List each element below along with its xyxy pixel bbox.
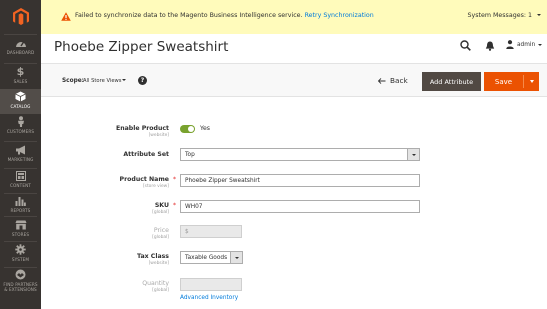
gear-icon [14,244,28,255]
sidebar-item-label: SALES [13,79,28,84]
product-name-input[interactable]: Phoebe Zipper Sweatshirt [180,174,420,187]
sidebar-item-label: REPORTS [10,208,31,213]
page-title: Phoebe Zipper Sweatshirt [54,39,229,55]
sidebar-item-label: MARKETING [7,157,34,162]
arrow-left-icon [378,77,386,84]
select-value: Top [185,151,195,158]
price-input[interactable]: $ [180,225,242,238]
chevron-down-icon [537,14,541,16]
save-button[interactable]: Save [484,72,523,91]
bar-chart-icon [14,195,28,206]
user-icon [506,40,514,49]
select-value: Taxable Goods [185,254,228,261]
field-label: Tax Class [137,253,169,260]
page-actions-bar: Scope: All Store Views ? Back Add Attrib… [41,63,547,97]
warning-icon [61,12,71,21]
sidebar-item-label: CUSTOMERS [6,129,35,134]
message-text: Failed to synchronize data to the Magent… [75,12,303,19]
store-icon [14,219,28,230]
sidebar-item-label: DASHBOARD [6,50,35,55]
system-message-text: Failed to synchronize data to the Magent… [75,12,374,19]
sku-input[interactable]: WH07 [180,200,420,213]
field-scope: [website] [148,261,169,266]
admin-sidebar: DASHBOARD $ SALES CATALOG CUSTOMERS MARK… [0,0,41,309]
field-label: SKU [154,202,169,209]
back-button-label: Back [390,76,408,85]
admin-username: admin [517,41,536,48]
required-asterisk: * [173,202,176,209]
sidebar-item-sales[interactable]: $ SALES [0,66,41,91]
system-messages-counter: System Messages: 1 [467,12,532,19]
add-attribute-button[interactable]: Add Attribute [422,72,481,91]
back-button[interactable]: Back [378,76,408,85]
sidebar-item-label: CONTENT [10,183,31,188]
search-icon[interactable] [460,40,471,51]
field-label: Product Name [119,176,169,183]
system-message-bar: Failed to synchronize data to the Magent… [41,0,547,34]
sidebar-item-partners[interactable]: FIND PARTNERS & EXTENSIONS [0,269,41,303]
required-asterisk: * [173,176,176,183]
enable-product-toggle[interactable] [180,125,195,133]
chevron-down-icon [538,43,543,46]
sidebar-item-marketing[interactable]: MARKETING [0,144,41,169]
tax-class-select[interactable]: Taxable Goods [180,251,243,264]
layout-icon [14,170,28,181]
store-view-switcher[interactable]: All Store Views [83,78,121,84]
save-button-group: Save [484,72,539,91]
field-label: Attribute Set [123,151,169,158]
field-scope: [global] [152,235,169,240]
save-options-toggle[interactable] [524,72,539,91]
sidebar-item-label: FIND PARTNERS & EXTENSIONS [3,282,38,292]
cube-icon [14,91,28,102]
help-icon[interactable]: ? [138,76,147,85]
chevron-down-icon[interactable] [122,79,126,81]
scope-label: Scope: [62,78,84,84]
person-icon [14,116,28,127]
field-scope: [global] [152,210,169,215]
field-scope: [store view] [142,184,169,189]
retry-sync-link[interactable]: Retry Synchronization [305,12,374,19]
dashboard-icon [14,37,28,48]
chevron-down-icon [529,80,534,83]
chevron-down-icon [407,149,419,160]
field-scope: [website] [148,133,169,138]
toggle-value: Yes [200,125,210,132]
sidebar-item-label: STORES [11,232,30,237]
field-scope: [global] [152,288,169,293]
attribute-set-select[interactable]: Top [180,148,420,161]
magento-logo[interactable] [0,0,41,34]
sidebar-item-dashboard[interactable]: DASHBOARD [0,37,41,62]
admin-user-menu[interactable]: admin [506,40,543,49]
sidebar-item-customers[interactable]: CUSTOMERS [0,116,41,141]
field-label: Price [153,227,169,234]
sidebar-item-content[interactable]: CONTENT [0,170,41,195]
megaphone-icon [14,144,28,155]
sidebar-item-label: SYSTEM [11,257,30,262]
field-label: Quantity [142,280,169,287]
quantity-input[interactable] [180,278,242,291]
bell-icon[interactable] [485,41,495,51]
system-messages-dropdown[interactable]: System Messages: 1 [467,12,541,19]
sidebar-item-catalog[interactable]: CATALOG [0,89,41,114]
dollar-icon: $ [16,65,25,78]
advanced-inventory-link[interactable]: Advanced Inventory [180,295,238,301]
sidebar-item-label: CATALOG [10,104,31,109]
chevron-down-icon [230,252,242,263]
partners-icon [14,269,28,280]
sidebar-item-system[interactable]: SYSTEM [0,244,41,269]
field-label: Enable Product [115,125,169,132]
